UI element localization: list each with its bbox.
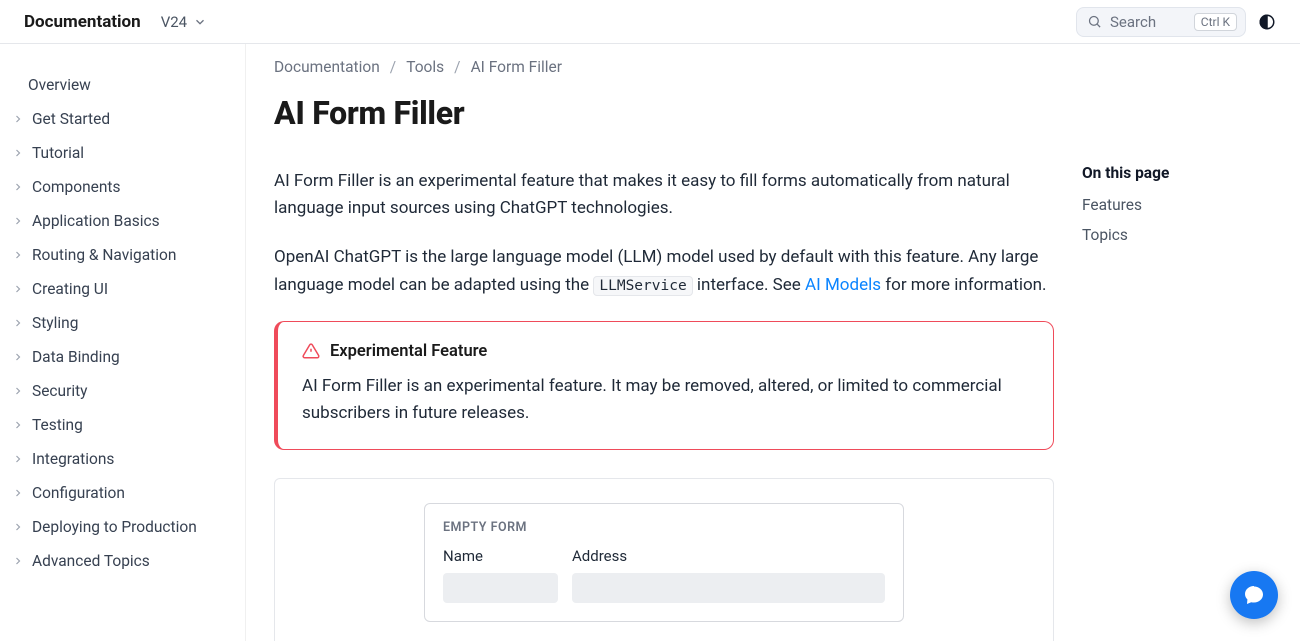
sidebar-item-label: Components xyxy=(32,178,120,196)
sidebar-item-security[interactable]: Security xyxy=(0,374,245,408)
text: for more information. xyxy=(881,275,1047,295)
breadcrumb-item[interactable]: Tools xyxy=(406,58,444,76)
warning-icon xyxy=(302,342,320,360)
breadcrumb-sep: / xyxy=(390,58,396,76)
form-card-title: EMPTY FORM xyxy=(443,520,885,535)
chevron-right-icon xyxy=(12,453,26,465)
breadcrumb-sep: / xyxy=(454,58,460,76)
sidebar: Overview Get Started Tutorial Components App… xyxy=(0,44,246,641)
sidebar-scroll[interactable]: Overview Get Started Tutorial Components App… xyxy=(0,44,245,641)
sidebar-item-overview[interactable]: Overview xyxy=(0,68,245,102)
sidebar-item-tutorial[interactable]: Tutorial xyxy=(0,136,245,170)
main-content: Documentation / Tools / AI Form Filler A… xyxy=(274,58,1054,641)
sidebar-item-testing[interactable]: Testing xyxy=(0,408,245,442)
sidebar-item-styling[interactable]: Styling xyxy=(0,306,245,340)
figure: EMPTY FORM Name Address xyxy=(274,478,1054,641)
search-shortcut: Ctrl K xyxy=(1194,13,1237,31)
toc-item-topics[interactable]: Topics xyxy=(1082,226,1272,244)
sidebar-item-label: Styling xyxy=(32,314,78,332)
chevron-right-icon xyxy=(12,521,26,533)
name-input[interactable] xyxy=(443,573,558,603)
chevron-right-icon xyxy=(12,283,26,295)
chevron-right-icon xyxy=(12,487,26,499)
sidebar-item-components[interactable]: Components xyxy=(0,170,245,204)
page-title: AI Form Filler xyxy=(274,94,1054,132)
sidebar-item-label: Configuration xyxy=(32,484,125,502)
theme-toggle[interactable] xyxy=(1258,13,1276,31)
search-button[interactable]: Search Ctrl K xyxy=(1076,7,1246,37)
ai-models-link[interactable]: AI Models xyxy=(805,275,881,295)
chevron-right-icon xyxy=(12,317,26,329)
callout-warning: Experimental Feature AI Form Filler is a… xyxy=(274,321,1054,450)
sidebar-item-label: Creating UI xyxy=(32,280,108,298)
sidebar-item-creating-ui[interactable]: Creating UI xyxy=(0,272,245,306)
breadcrumb: Documentation / Tools / AI Form Filler xyxy=(274,58,1054,76)
sidebar-item-data-binding[interactable]: Data Binding xyxy=(0,340,245,374)
brand-title[interactable]: Documentation xyxy=(24,12,141,32)
callout-body: AI Form Filler is an experimental featur… xyxy=(302,373,1029,427)
paragraph: OpenAI ChatGPT is the large language mod… xyxy=(274,244,1054,298)
search-placeholder: Search xyxy=(1110,13,1186,31)
sidebar-item-deploying-to-production[interactable]: Deploying to Production xyxy=(0,510,245,544)
sidebar-item-label: Application Basics xyxy=(32,212,160,230)
chevron-right-icon xyxy=(12,555,26,567)
code-inline: LLMService xyxy=(593,276,692,296)
chevron-right-icon xyxy=(12,215,26,227)
intro-paragraph: AI Form Filler is an experimental featur… xyxy=(274,168,1054,222)
sidebar-item-label: Overview xyxy=(28,76,91,94)
toc: On this page Features Topics xyxy=(1082,58,1272,641)
sidebar-item-label: Tutorial xyxy=(32,144,84,162)
sidebar-item-label: Get Started xyxy=(32,110,110,128)
name-label: Name xyxy=(443,547,558,565)
sidebar-item-routing-navigation[interactable]: Routing & Navigation xyxy=(0,238,245,272)
chevron-down-icon xyxy=(193,15,207,29)
text: interface. See xyxy=(693,275,805,295)
sidebar-item-label: Deploying to Production xyxy=(32,518,197,536)
toc-item-features[interactable]: Features xyxy=(1082,196,1272,214)
sidebar-item-label: Security xyxy=(32,382,88,400)
sidebar-item-label: Advanced Topics xyxy=(32,552,150,570)
sidebar-item-application-basics[interactable]: Application Basics xyxy=(0,204,245,238)
chat-fab[interactable] xyxy=(1230,571,1278,619)
sidebar-item-label: Integrations xyxy=(32,450,114,468)
chevron-right-icon xyxy=(12,113,26,125)
address-input[interactable] xyxy=(572,573,885,603)
chevron-right-icon xyxy=(12,181,26,193)
version-selector[interactable]: V24 xyxy=(161,13,207,31)
sidebar-item-configuration[interactable]: Configuration xyxy=(0,476,245,510)
sidebar-item-label: Routing & Navigation xyxy=(32,246,176,264)
version-label: V24 xyxy=(161,13,187,31)
chevron-right-icon xyxy=(12,419,26,431)
breadcrumb-item[interactable]: Documentation xyxy=(274,58,380,76)
sidebar-item-advanced-topics[interactable]: Advanced Topics xyxy=(0,544,245,578)
sidebar-item-label: Data Binding xyxy=(32,348,120,366)
toc-title: On this page xyxy=(1082,164,1272,182)
chevron-right-icon xyxy=(12,249,26,261)
chevron-right-icon xyxy=(12,351,26,363)
sidebar-item-get-started[interactable]: Get Started xyxy=(0,102,245,136)
search-icon xyxy=(1087,14,1102,29)
callout-title: Experimental Feature xyxy=(330,342,487,361)
sidebar-item-label: Testing xyxy=(32,416,83,434)
chat-icon xyxy=(1242,583,1266,607)
chevron-right-icon xyxy=(12,147,26,159)
breadcrumb-item: AI Form Filler xyxy=(471,58,562,76)
sidebar-item-integrations[interactable]: Integrations xyxy=(0,442,245,476)
topbar: Documentation V24 Search Ctrl K xyxy=(0,0,1300,44)
address-label: Address xyxy=(572,547,885,565)
form-card: EMPTY FORM Name Address xyxy=(424,503,904,622)
chevron-right-icon xyxy=(12,385,26,397)
